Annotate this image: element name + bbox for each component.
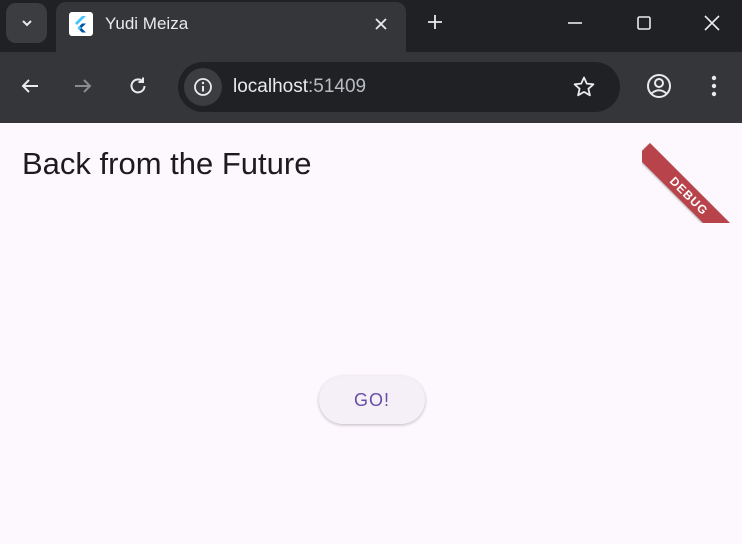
kebab-menu-icon	[711, 75, 717, 97]
star-icon	[573, 76, 595, 97]
url-text: localhost:51409	[233, 76, 366, 98]
page-content: Back from the Future GO!	[0, 123, 742, 544]
bookmark-button[interactable]	[570, 73, 598, 101]
close-icon	[375, 18, 387, 30]
page-title: Back from the Future	[22, 146, 312, 181]
tab-active[interactable]: Yudi Meiza	[56, 2, 406, 52]
flutter-logo-icon	[69, 12, 93, 36]
maximize-icon	[637, 16, 651, 30]
tab-close-button[interactable]	[369, 12, 393, 36]
window-close-button[interactable]	[692, 6, 732, 40]
forward-button[interactable]	[67, 70, 99, 102]
url-port: :51409	[308, 76, 367, 97]
reload-icon	[130, 77, 146, 94]
forward-arrow-icon	[75, 79, 92, 93]
window-close-icon	[704, 15, 720, 31]
new-tab-button[interactable]	[421, 8, 449, 36]
minimize-icon	[568, 22, 582, 24]
url-host: localhost	[233, 76, 308, 97]
minimize-button[interactable]	[555, 6, 595, 40]
tab-title: Yudi Meiza	[105, 14, 189, 33]
site-info-button[interactable]	[184, 68, 222, 106]
tab-search-button[interactable]	[6, 3, 47, 43]
debug-banner: DEBUG	[642, 123, 742, 223]
plus-icon	[428, 15, 442, 29]
back-arrow-icon	[21, 79, 38, 93]
maximize-button[interactable]	[624, 6, 664, 40]
address-bar[interactable]: localhost:51409	[178, 62, 620, 112]
back-button[interactable]	[14, 70, 46, 102]
go-button[interactable]: GO!	[319, 376, 425, 424]
profile-button[interactable]	[643, 70, 675, 102]
debug-banner-label: DEBUG	[642, 143, 742, 223]
info-icon	[194, 78, 212, 96]
profile-icon	[647, 74, 671, 98]
reload-button[interactable]	[122, 70, 154, 102]
browser-toolbar: localhost:51409	[0, 52, 742, 123]
title-bar: Yudi Meiza	[0, 0, 742, 52]
browser-menu-button[interactable]	[698, 70, 730, 102]
chevron-down-icon	[21, 20, 32, 27]
